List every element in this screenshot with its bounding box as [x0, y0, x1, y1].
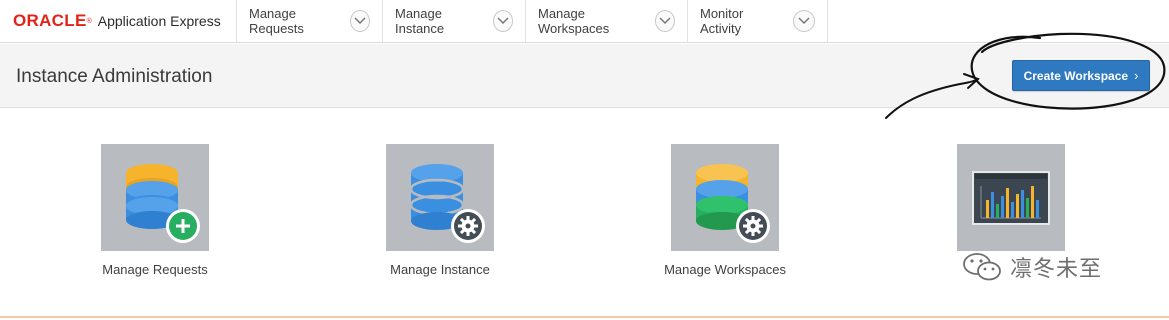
page-header: Instance Administration [0, 44, 1169, 108]
chevron-down-icon[interactable] [793, 10, 815, 32]
nav-label: Monitor Activity [700, 6, 744, 36]
app-name: Application Express [97, 13, 221, 29]
nav-label: Manage Requests [249, 6, 304, 36]
page-title: Instance Administration [16, 66, 213, 87]
nav-manage-workspaces[interactable]: Manage Workspaces [526, 0, 688, 42]
chevron-right-icon: › [1134, 68, 1139, 83]
database-add-icon [126, 164, 200, 243]
brand-logo[interactable]: ORACLE ® Application Express [0, 0, 237, 42]
create-workspace-label: Create Workspace [1023, 68, 1129, 83]
registered-mark: ® [86, 17, 92, 25]
nav-manage-instance[interactable]: Manage Instance [383, 0, 526, 42]
tile-label-manage-requests[interactable]: Manage Requests [55, 262, 255, 277]
tile-monitor-activity[interactable] [957, 144, 1065, 251]
oracle-wordmark: ORACLE [13, 11, 87, 30]
tile-manage-instance[interactable] [386, 144, 494, 251]
create-workspace-button[interactable]: Create Workspace › [1012, 60, 1150, 91]
tile-label-manage-workspaces[interactable]: Manage Workspaces [625, 262, 825, 277]
bottom-divider [0, 316, 1169, 318]
nav-label: Manage Workspaces [538, 6, 610, 36]
wechat-icon [963, 253, 1001, 281]
chevron-down-icon[interactable] [492, 10, 513, 32]
watermark: 凛冬未至 [962, 250, 1102, 284]
bar-chart-icon [972, 171, 1050, 225]
top-navigation-bar: ORACLE ® Application Express Manage Reque… [0, 0, 1169, 43]
database-gear-icon [696, 164, 770, 243]
chevron-down-icon[interactable] [654, 10, 675, 32]
tile-manage-requests[interactable] [101, 144, 209, 251]
nav-manage-requests[interactable]: Manage Requests [237, 0, 383, 42]
tile-manage-workspaces[interactable] [671, 144, 779, 251]
database-gear-icon [409, 164, 485, 243]
nav-label: Manage Instance [395, 6, 445, 36]
tile-label-manage-instance[interactable]: Manage Instance [340, 262, 540, 277]
chevron-down-icon[interactable] [350, 10, 370, 32]
nav-monitor-activity[interactable]: Monitor Activity [688, 0, 828, 42]
watermark-text: 凛冬未至 [1010, 257, 1103, 282]
